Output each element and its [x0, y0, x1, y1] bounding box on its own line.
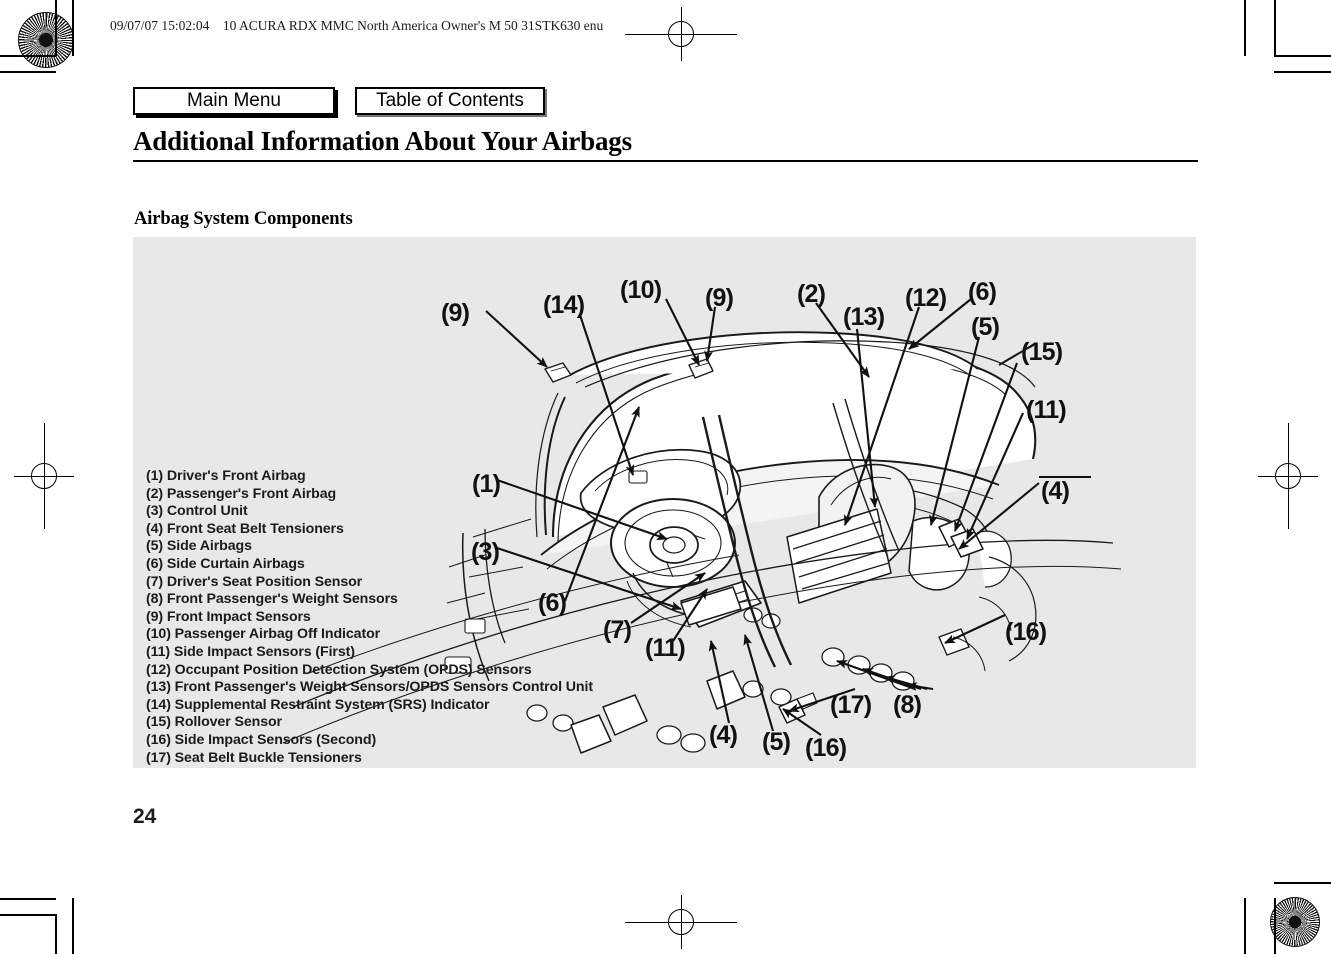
legend-item: (13) Front Passenger's Weight Sensors/OP…	[146, 679, 593, 696]
legend-item: (15) Rollover Sensor	[146, 714, 282, 731]
table-of-contents-button[interactable]: Table of Contents	[355, 87, 545, 115]
callout-label: (14)	[543, 291, 585, 319]
legend-item: (10) Passenger Airbag Off Indicator	[146, 626, 381, 643]
callout-label: (6)	[968, 278, 997, 306]
crop-mark-br-v	[1244, 898, 1246, 954]
legend-item: (9) Front Impact Sensors	[146, 608, 311, 625]
registration-target-top-left	[18, 12, 74, 68]
registration-crosshair-left	[14, 423, 74, 529]
callout-label: (8)	[893, 691, 922, 719]
callout-label: (17)	[830, 691, 872, 719]
legend-item: (5) Side Airbags	[146, 538, 252, 555]
crop-mark-tr-h	[1274, 55, 1331, 57]
legend-item: (14) Supplemental Restraint System (SRS)…	[146, 696, 490, 713]
registration-target-bottom-right	[1270, 897, 1320, 947]
callout-label: (12)	[905, 284, 947, 312]
callout-label: (9)	[441, 299, 470, 327]
callout-label: (2)	[797, 280, 826, 308]
crop-mark-bl-v2	[72, 898, 74, 954]
crop-mark-bl-h	[0, 898, 56, 900]
callout-label: (16)	[805, 734, 847, 762]
page-title: Additional Information About Your Airbag…	[133, 126, 632, 156]
legend-item: (3) Control Unit	[146, 503, 248, 520]
main-menu-button[interactable]: Main Menu	[133, 87, 335, 115]
manual-page: 09/07/07 15:02:04 10 ACURA RDX MMC North…	[0, 0, 1331, 954]
callout-label: (1)	[472, 470, 501, 498]
callout-label: (11)	[1026, 396, 1067, 424]
proof-header-text: 09/07/07 15:02:04 10 ACURA RDX MMC North…	[110, 18, 604, 33]
callout-label: (7)	[603, 616, 632, 644]
registration-crosshair-bottom	[625, 895, 737, 949]
crop-mark-bl-v	[55, 914, 57, 954]
section-title: Airbag System Components	[134, 209, 353, 229]
legend-item: (1) Driver's Front Airbag	[146, 468, 306, 484]
components-legend: (1) Driver's Front Airbag (2) Passenger'…	[146, 468, 593, 767]
legend-item: (6) Side Curtain Airbags	[146, 555, 305, 572]
crop-mark-br-h	[1274, 882, 1331, 885]
registration-crosshair-top	[625, 7, 737, 61]
legend-item: (8) Front Passenger's Weight Sensors	[146, 591, 398, 608]
legend-item: (4) Front Seat Belt Tensioners	[146, 520, 344, 537]
airbag-components-diagram: (1) Driver's Front Airbag (2) Passenger'…	[133, 237, 1196, 768]
legend-item: (2) Passenger's Front Airbag	[146, 485, 337, 502]
callout-label: (5)	[971, 313, 1000, 341]
legend-item: (7) Driver's Seat Position Sensor	[146, 573, 363, 590]
callout-label: (9)	[705, 284, 734, 312]
crop-mark-tr-v	[1244, 0, 1246, 56]
crop-mark-bl-h2	[0, 914, 56, 917]
crop-mark-tl-v	[55, 0, 57, 56]
legend-item: (11) Side Impact Sensors (First)	[146, 643, 355, 660]
crop-mark-tr-h2	[1274, 71, 1331, 74]
crop-mark-br-v2	[1274, 898, 1276, 954]
callout-label: (6)	[538, 589, 567, 617]
callout-label: (5)	[762, 728, 791, 756]
crop-mark-tl-h2	[0, 71, 56, 73]
callout-label: (15)	[1021, 338, 1063, 366]
crop-mark-tr-v2	[1274, 0, 1276, 56]
legend-item: (16) Side Impact Sensors (Second)	[146, 731, 377, 748]
legend-item: (17) Seat Belt Buckle Tensioners	[146, 749, 362, 766]
callout-label: (10)	[620, 276, 662, 304]
page-number: 24	[133, 805, 157, 828]
callout-label: (4)	[709, 721, 738, 749]
callout-label: (13)	[843, 303, 885, 331]
legend-item: (12) Occupant Position Detection System …	[146, 661, 532, 678]
callout-label: (16)	[1005, 618, 1047, 646]
crop-mark-tl-h	[0, 55, 56, 57]
callout-label: (4)	[1041, 477, 1070, 505]
callout-label: (3)	[471, 538, 500, 566]
title-divider	[133, 160, 1198, 162]
registration-crosshair-right	[1258, 423, 1318, 529]
crop-mark-tl-v2	[72, 0, 74, 56]
callout-label: (11)	[645, 634, 686, 662]
